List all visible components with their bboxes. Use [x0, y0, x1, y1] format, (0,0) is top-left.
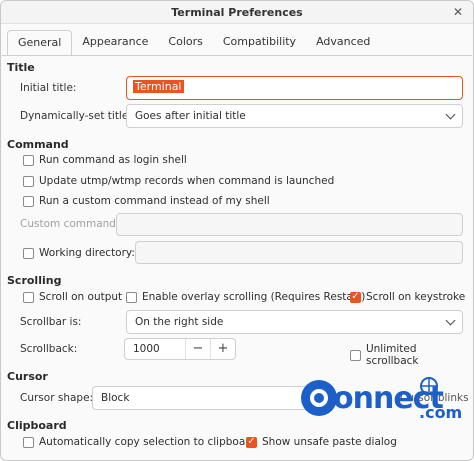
- working-directory-input[interactable]: [135, 241, 463, 264]
- update-records-label: Update utmp/wtmp records when command is…: [39, 175, 335, 187]
- overlay-scrolling-label: Enable overlay scrolling (Requires Resta…: [142, 291, 366, 303]
- auto-copy-checkbox[interactable]: Automatically copy selection to clipboar…: [23, 436, 256, 448]
- scrollbar-value: On the right side: [135, 316, 224, 328]
- custom-command-check-label: Run a custom command instead of my shell: [39, 195, 270, 207]
- scroll-on-output-label: Scroll on output: [39, 291, 123, 303]
- chevron-down-icon: [445, 109, 456, 119]
- scrollback-label: Scrollback:: [20, 343, 78, 355]
- dynamic-title-dropdown[interactable]: Goes after initial title: [126, 104, 463, 128]
- unsafe-paste-label: Show unsafe paste dialog: [262, 436, 397, 448]
- minus-icon[interactable]: −: [186, 339, 210, 359]
- tab-compatibility[interactable]: Compatibility: [213, 30, 306, 56]
- scrollbar-dropdown[interactable]: On the right side: [126, 310, 463, 334]
- unlimited-scrollback-checkbox[interactable]: Unlimited scrollback: [350, 343, 472, 367]
- checkbox-icon: [23, 175, 34, 187]
- tab-general[interactable]: General: [7, 30, 73, 56]
- unlimited-scrollback-label: Unlimited scrollback: [365, 343, 419, 367]
- login-shell-checkbox[interactable]: Run command as login shell: [23, 154, 187, 166]
- cursor-heading: Cursor: [7, 370, 48, 383]
- cursor-shape-dropdown[interactable]: Block: [92, 386, 322, 410]
- scrollback-value[interactable]: 1000: [125, 339, 186, 359]
- working-directory-label: Working directory:: [39, 247, 135, 259]
- checkmark-icon: ✓: [246, 436, 257, 448]
- scroll-on-keystroke-label: Scroll on keystroke: [366, 291, 466, 303]
- tab-bar: General Appearance Colors Compatibility …: [7, 30, 380, 56]
- overlay-scrolling-checkbox[interactable]: Enable overlay scrolling (Requires Resta…: [126, 291, 365, 303]
- title-heading: Title: [7, 61, 35, 74]
- custom-command-checkbox[interactable]: Run a custom command instead of my shell: [23, 195, 270, 207]
- dynamic-title-value: Goes after initial title: [135, 110, 246, 122]
- unsafe-paste-checkbox[interactable]: ✓ Show unsafe paste dialog: [246, 436, 397, 448]
- checkbox-icon: [350, 349, 361, 361]
- update-records-checkbox[interactable]: Update utmp/wtmp records when command is…: [23, 175, 334, 187]
- login-shell-label: Run command as login shell: [39, 154, 187, 166]
- checkbox-icon: [23, 436, 34, 448]
- checkmark-icon: ✓: [350, 291, 361, 303]
- checkbox-icon: [23, 154, 34, 166]
- auto-copy-label: Automatically copy selection to clipboar…: [39, 436, 257, 448]
- cursor-shape-value: Block: [101, 392, 130, 404]
- checkbox-icon: [126, 291, 137, 303]
- initial-title-input[interactable]: Terminal: [126, 76, 463, 100]
- tab-appearance[interactable]: Appearance: [72, 30, 158, 56]
- custom-command-input[interactable]: [116, 213, 463, 236]
- tab-colors[interactable]: Colors: [158, 30, 212, 56]
- initial-title-value: Terminal: [133, 80, 184, 93]
- working-directory-checkbox[interactable]: Working directory:: [23, 247, 135, 259]
- checkbox-icon: [23, 291, 34, 303]
- command-heading: Command: [7, 138, 69, 151]
- watermark-domain: .com: [419, 403, 463, 422]
- chevron-down-icon: [445, 315, 456, 325]
- scrolling-heading: Scrolling: [7, 274, 62, 287]
- plus-icon[interactable]: +: [210, 339, 235, 359]
- scroll-on-output-checkbox[interactable]: Scroll on output: [23, 291, 122, 303]
- checkbox-icon: [23, 195, 34, 207]
- cursor-shape-label: Cursor shape:: [20, 392, 94, 404]
- close-icon[interactable]: ✕: [451, 5, 465, 19]
- window-title: Terminal Preferences: [1, 1, 473, 24]
- scroll-on-keystroke-checkbox[interactable]: ✓ Scroll on keystroke: [350, 291, 465, 303]
- clipboard-heading: Clipboard: [7, 419, 67, 432]
- custom-command-label: Custom command:: [20, 218, 120, 230]
- dynamic-title-label: Dynamically-set title:: [20, 110, 132, 122]
- checkbox-icon: [23, 247, 34, 259]
- tab-advanced[interactable]: Advanced: [306, 30, 380, 56]
- scrollback-spinner[interactable]: 1000 − +: [124, 338, 236, 360]
- initial-title-label: Initial title:: [20, 82, 77, 94]
- scrollbar-label: Scrollbar is:: [20, 316, 82, 328]
- preferences-window: Terminal Preferences ✕ General Appearanc…: [0, 0, 474, 461]
